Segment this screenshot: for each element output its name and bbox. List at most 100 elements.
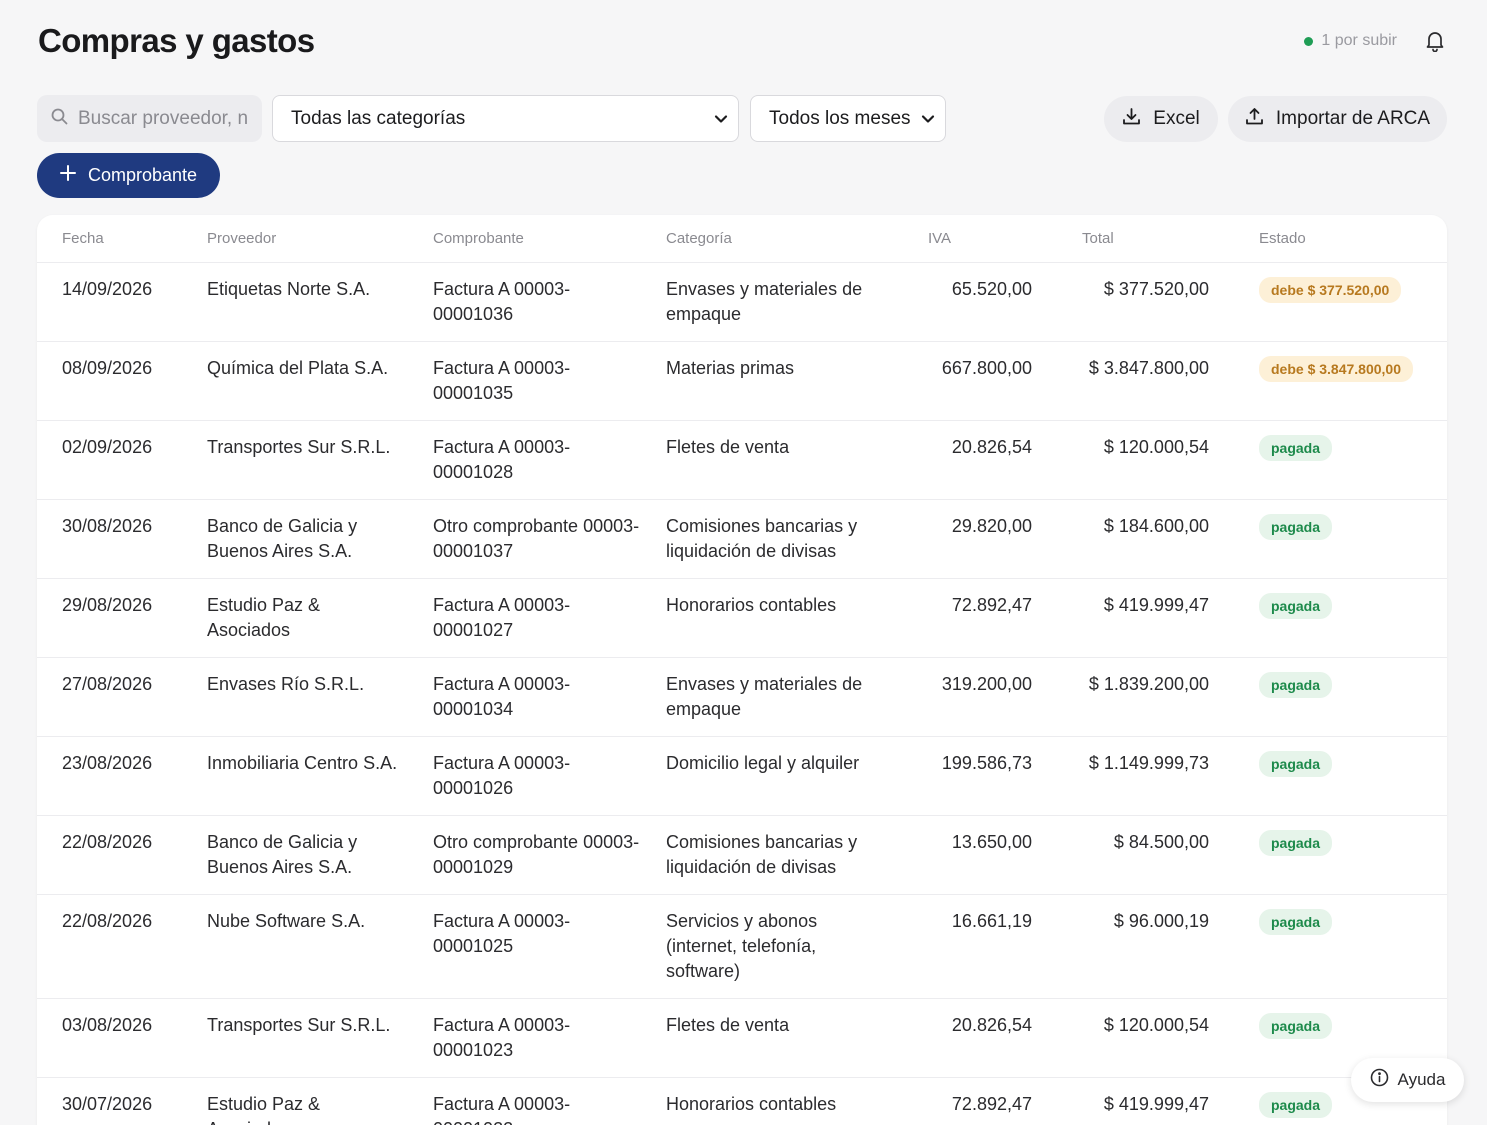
cell-proveedor: Etiquetas Norte S.A. [207, 262, 433, 342]
table-row[interactable]: 22/08/2026 Banco de Galicia y Buenos Aire… [37, 815, 1447, 895]
status-badge: pagada [1259, 1012, 1333, 1039]
bell-icon[interactable] [1423, 29, 1447, 53]
chevron-down-icon [921, 108, 935, 130]
table-row[interactable]: 14/09/2026 Etiquetas Norte S.A. Factura A … [37, 262, 1447, 342]
add-comprobante-button[interactable]: Comprobante [37, 153, 220, 198]
cell-proveedor: Envases Río S.R.L. [207, 657, 433, 737]
cell-fecha: 14/09/2026 [37, 262, 207, 342]
table-row[interactable]: 27/08/2026 Envases Río S.R.L. Factura A 00… [37, 657, 1447, 737]
pending-label: 1 por subir [1321, 32, 1397, 49]
table-header-row: Fecha Proveedor Comprobante Categoría IV… [37, 215, 1447, 263]
cell-proveedor: Transportes Sur S.R.L. [207, 420, 433, 500]
cell-iva: 20.826,54 [902, 998, 1032, 1078]
cell-estado: pagada [1209, 736, 1447, 816]
cell-comprobante: Otro comprobante 00003-00001029 [433, 815, 666, 895]
month-select[interactable]: Todos los meses [750, 95, 946, 142]
table-row[interactable]: 30/08/2026 Banco de Galicia y Buenos Aire… [37, 499, 1447, 579]
cell-estado: pagada [1209, 894, 1447, 999]
export-excel-button[interactable]: Excel [1104, 96, 1218, 142]
import-arca-label: Importar de ARCA [1275, 108, 1431, 129]
column-header-proveedor[interactable]: Proveedor [207, 215, 433, 263]
search-box[interactable] [37, 95, 262, 142]
info-icon [1370, 1068, 1389, 1092]
status-badge: pagada [1259, 829, 1333, 856]
cell-fecha: 03/08/2026 [37, 998, 207, 1078]
column-header-fecha[interactable]: Fecha [37, 215, 207, 263]
cell-categoria: Honorarios contables [666, 1077, 902, 1125]
cell-fecha: 30/08/2026 [37, 499, 207, 579]
export-excel-label: Excel [1153, 108, 1200, 129]
column-header-categoria[interactable]: Categoría [666, 215, 902, 263]
search-icon [51, 108, 68, 130]
cell-estado: debe $ 3.847.800,00 [1209, 341, 1447, 421]
table-row[interactable]: 03/08/2026 Transportes Sur S.R.L. Factura … [37, 998, 1447, 1078]
column-header-iva[interactable]: IVA [902, 215, 1032, 263]
table-row[interactable]: 02/09/2026 Transportes Sur S.R.L. Factura … [37, 420, 1447, 500]
table-row[interactable]: 29/08/2026 Estudio Paz & Asociados Factura… [37, 578, 1447, 658]
cell-proveedor: Nube Software S.A. [207, 894, 433, 999]
cell-fecha: 30/07/2026 [37, 1077, 207, 1125]
cell-estado: pagada [1209, 499, 1447, 579]
cell-iva: 13.650,00 [902, 815, 1032, 895]
import-arca-button[interactable]: Importar de ARCA [1228, 96, 1447, 142]
cell-total: $ 120.000,54 [1032, 998, 1209, 1078]
status-badge: debe $ 377.520,00 [1259, 276, 1402, 303]
cell-proveedor: Química del Plata S.A. [207, 341, 433, 421]
category-select-value: Todas las categorías [291, 107, 466, 129]
pending-uploads[interactable]: 1 por subir [1304, 32, 1397, 50]
cell-fecha: 27/08/2026 [37, 657, 207, 737]
column-header-total[interactable]: Total [1032, 215, 1209, 263]
cell-categoria: Envases y materiales de empaque [666, 657, 902, 737]
cell-total: $ 1.149.999,73 [1032, 736, 1209, 816]
cell-estado: pagada [1209, 420, 1447, 500]
cell-estado: pagada [1209, 657, 1447, 737]
help-button[interactable]: Ayuda [1351, 1058, 1464, 1102]
status-badge: pagada [1259, 434, 1333, 461]
pending-dot-icon [1304, 36, 1314, 46]
cell-total: $ 419.999,47 [1032, 1077, 1209, 1125]
status-badge: pagada [1259, 513, 1333, 540]
cell-iva: 199.586,73 [902, 736, 1032, 816]
cell-fecha: 22/08/2026 [37, 894, 207, 999]
cell-comprobante: Factura A 00003-00001022 [433, 1077, 666, 1125]
cell-categoria: Domicilio legal y alquiler [666, 736, 902, 816]
cell-iva: 65.520,00 [902, 262, 1032, 342]
cell-fecha: 23/08/2026 [37, 736, 207, 816]
status-badge: pagada [1259, 908, 1333, 935]
cell-total: $ 184.600,00 [1032, 499, 1209, 579]
cell-categoria: Servicios y abonos (internet, telefonía,… [666, 894, 902, 999]
cell-comprobante: Factura A 00003-00001034 [433, 657, 666, 737]
cell-comprobante: Factura A 00003-00001027 [433, 578, 666, 658]
add-comprobante-label: Comprobante [87, 165, 198, 185]
download-icon [1122, 107, 1141, 132]
table-row[interactable]: 30/07/2026Estudio Paz & AsociadosFactura… [37, 1077, 1447, 1125]
search-input[interactable] [78, 107, 248, 130]
cell-total: $ 120.000,54 [1032, 420, 1209, 500]
plus-icon [59, 165, 76, 186]
column-header-estado[interactable]: Estado [1209, 215, 1447, 263]
column-header-comprobante[interactable]: Comprobante [433, 215, 666, 263]
cell-categoria: Fletes de venta [666, 998, 902, 1078]
cell-iva: 72.892,47 [902, 1077, 1032, 1125]
category-select[interactable]: Todas las categorías [272, 95, 739, 142]
cell-comprobante: Factura A 00003-00001028 [433, 420, 666, 500]
cell-proveedor: Inmobiliaria Centro S.A. [207, 736, 433, 816]
month-select-value: Todos los meses [769, 107, 911, 129]
cell-total: $ 377.520,00 [1032, 262, 1209, 342]
cell-estado: pagada [1209, 815, 1447, 895]
purchases-table: Fecha Proveedor Comprobante Categoría IV… [37, 215, 1447, 1125]
cell-fecha: 08/09/2026 [37, 341, 207, 421]
cell-comprobante: Factura A 00003-00001023 [433, 998, 666, 1078]
status-badge: pagada [1259, 592, 1333, 619]
cell-categoria: Materias primas [666, 341, 902, 421]
cell-proveedor: Estudio Paz & Asociados [207, 1077, 433, 1125]
cell-total: $ 96.000,19 [1032, 894, 1209, 999]
cell-total: $ 419.999,47 [1032, 578, 1209, 658]
table-row[interactable]: 23/08/2026 Inmobiliaria Centro S.A. Factur… [37, 736, 1447, 816]
table-row[interactable]: 22/08/2026 Nube Software S.A. Factura A 00… [37, 894, 1447, 999]
upload-icon [1245, 107, 1264, 132]
cell-total: $ 84.500,00 [1032, 815, 1209, 895]
table-row[interactable]: 08/09/2026 Química del Plata S.A. Factura … [37, 341, 1447, 421]
cell-fecha: 29/08/2026 [37, 578, 207, 658]
cell-iva: 20.826,54 [902, 420, 1032, 500]
